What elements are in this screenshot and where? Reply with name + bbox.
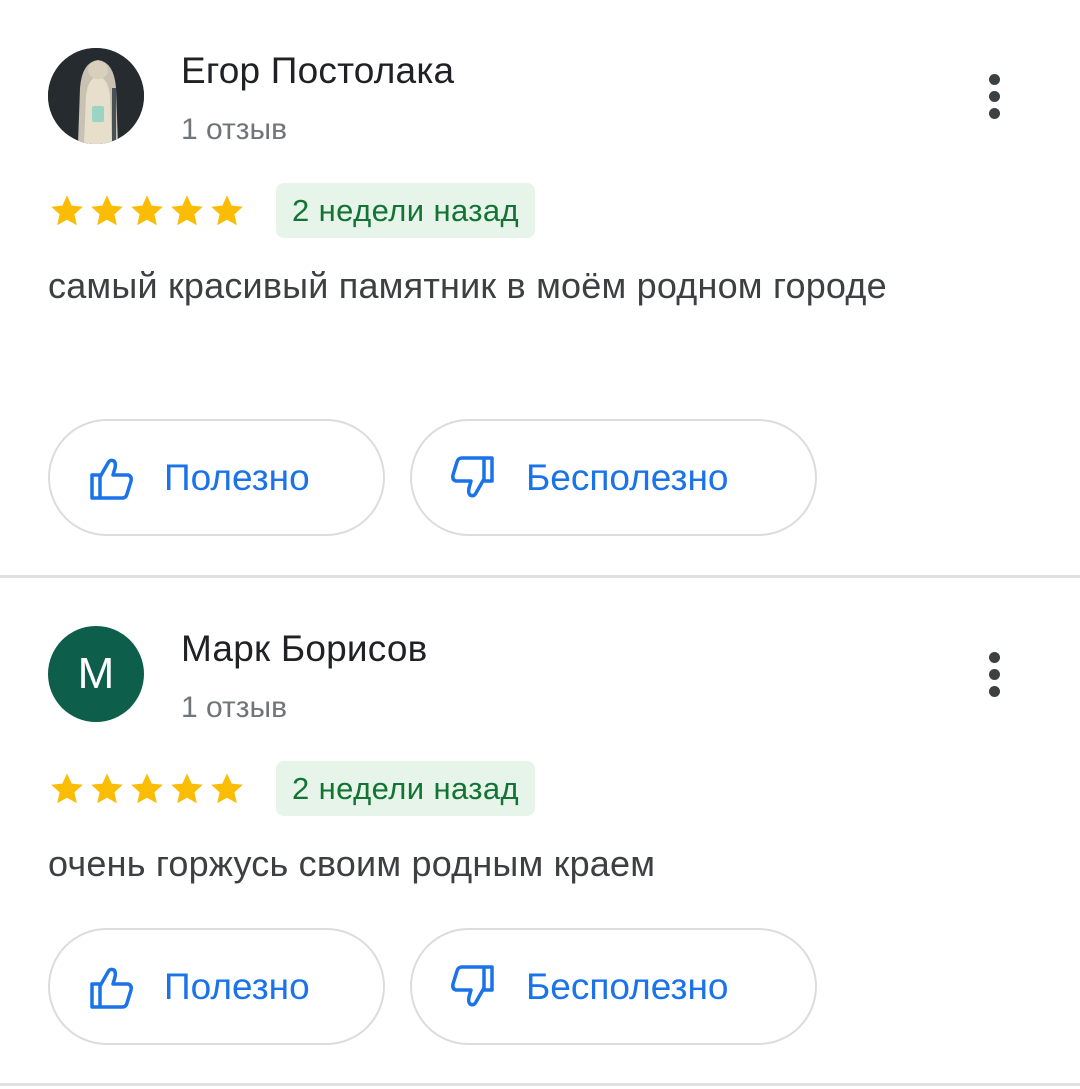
helpful-button[interactable]: Полезно xyxy=(48,928,385,1045)
review-text: очень горжусь своим родным краем xyxy=(48,843,656,884)
date-badge: 2 недели назад xyxy=(276,183,536,238)
more-options-button[interactable] xyxy=(975,644,1015,704)
author-name[interactable]: Марк Борисов xyxy=(181,628,428,670)
more-vert-icon xyxy=(989,74,1000,85)
review-card: Егор Постолака 1 отзыв 2 недели назад са… xyxy=(0,0,1080,575)
unhelpful-label: Бесполезно xyxy=(526,456,729,498)
star-icon xyxy=(171,195,203,226)
star-icon xyxy=(131,773,163,804)
star-icon xyxy=(51,195,83,226)
review-text: самый красивый памятник в моём родном го… xyxy=(48,265,887,306)
star-rating xyxy=(48,192,246,232)
more-vert-icon xyxy=(989,652,1000,663)
thumb-up-icon xyxy=(90,458,133,500)
unhelpful-button[interactable]: Бесполезно xyxy=(410,928,817,1045)
star-icon xyxy=(211,195,243,226)
star-icon xyxy=(131,195,163,226)
date-badge: 2 недели назад xyxy=(276,761,536,816)
review-card: М Марк Борисов 1 отзыв 2 недели назад оч… xyxy=(0,578,1080,1083)
star-rating xyxy=(48,770,246,810)
unhelpful-label: Бесполезно xyxy=(526,965,729,1007)
star-icon xyxy=(51,773,83,804)
author-name[interactable]: Егор Постолака xyxy=(181,50,454,92)
helpful-label: Полезно xyxy=(164,965,310,1007)
thumb-down-icon xyxy=(451,964,494,1006)
avatar-photo-icon xyxy=(48,48,144,144)
star-icon xyxy=(91,195,123,226)
review-count: 1 отзыв xyxy=(181,691,288,724)
unhelpful-button[interactable]: Бесполезно xyxy=(410,419,817,536)
thumb-down-icon xyxy=(451,455,494,497)
divider xyxy=(0,1083,1080,1086)
helpful-button[interactable]: Полезно xyxy=(48,419,385,536)
review-count: 1 отзыв xyxy=(181,113,288,146)
thumb-up-icon xyxy=(90,967,133,1009)
avatar[interactable]: М xyxy=(48,626,144,722)
star-icon xyxy=(211,773,243,804)
star-icon xyxy=(91,773,123,804)
avatar[interactable] xyxy=(48,48,144,144)
star-icon xyxy=(171,773,203,804)
helpful-label: Полезно xyxy=(164,456,310,498)
more-options-button[interactable] xyxy=(975,66,1015,126)
